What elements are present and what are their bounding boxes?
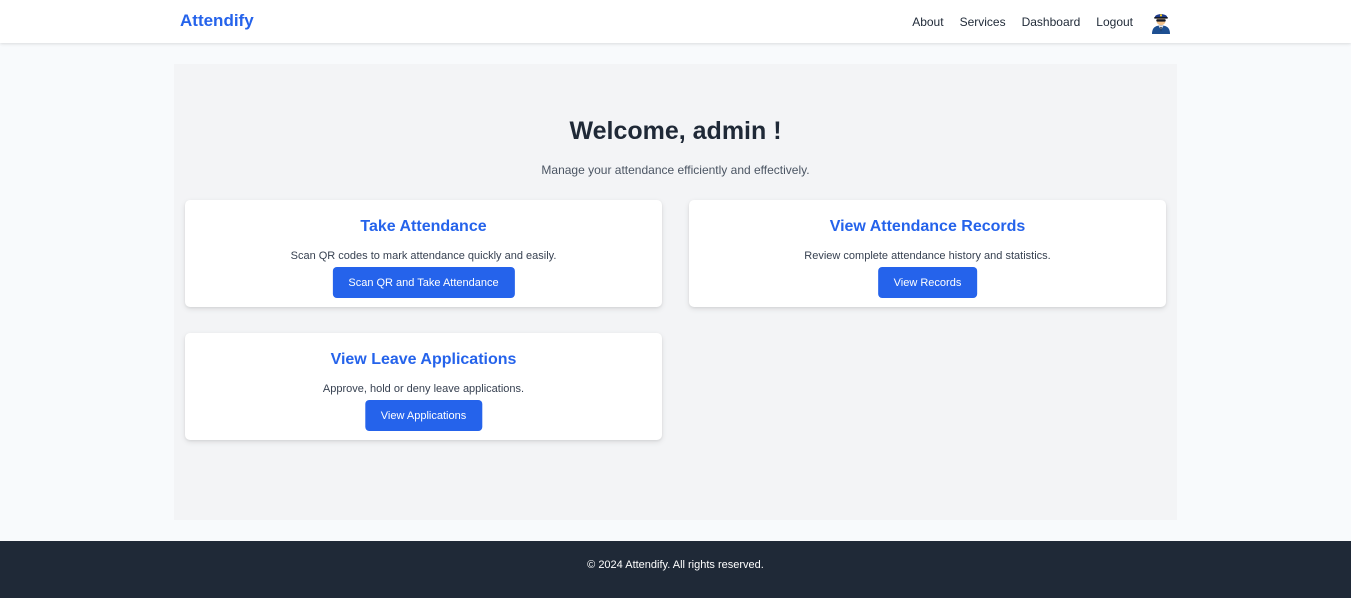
footer-copyright: © 2024 Attendify. All rights reserved. — [587, 559, 764, 571]
footer: © 2024 Attendify. All rights reserved. — [0, 541, 1351, 598]
nav-link-dashboard[interactable]: Dashboard — [1022, 15, 1081, 29]
take-attendance-card: Take Attendance Scan QR codes to mark at… — [185, 200, 662, 307]
page-subtitle: Manage your attendance efficiently and e… — [541, 163, 810, 177]
main-panel: Welcome, admin ! Manage your attendance … — [174, 64, 1177, 520]
card-title: Take Attendance — [360, 218, 487, 235]
nav-links: About Services Dashboard Logout — [896, 0, 1173, 43]
view-applications-button[interactable]: View Applications — [364, 400, 483, 431]
scan-qr-button[interactable]: Scan QR and Take Attendance — [332, 267, 515, 298]
card-description: Approve, hold or deny leave applications… — [322, 383, 525, 395]
card-description: Scan QR codes to mark attendance quickly… — [290, 250, 557, 262]
nav-link-services[interactable]: Services — [960, 15, 1006, 29]
police-officer-avatar-icon[interactable] — [1149, 10, 1173, 34]
card-description: Review complete attendance history and s… — [804, 250, 1051, 262]
page-title: Welcome, admin ! — [569, 117, 782, 145]
nav-link-logout[interactable]: Logout — [1096, 15, 1133, 29]
card-title: View Leave Applications — [330, 351, 517, 368]
view-records-button[interactable]: View Records — [877, 267, 978, 298]
card-title: View Attendance Records — [829, 218, 1026, 235]
view-attendance-records-card: View Attendance Records Review complete … — [689, 200, 1166, 307]
navbar: Attendify About Services Dashboard Logou… — [0, 0, 1351, 43]
nav-link-about[interactable]: About — [912, 15, 943, 29]
brand-logo[interactable]: Attendify — [180, 11, 254, 31]
view-leave-applications-card: View Leave Applications Approve, hold or… — [185, 333, 662, 440]
